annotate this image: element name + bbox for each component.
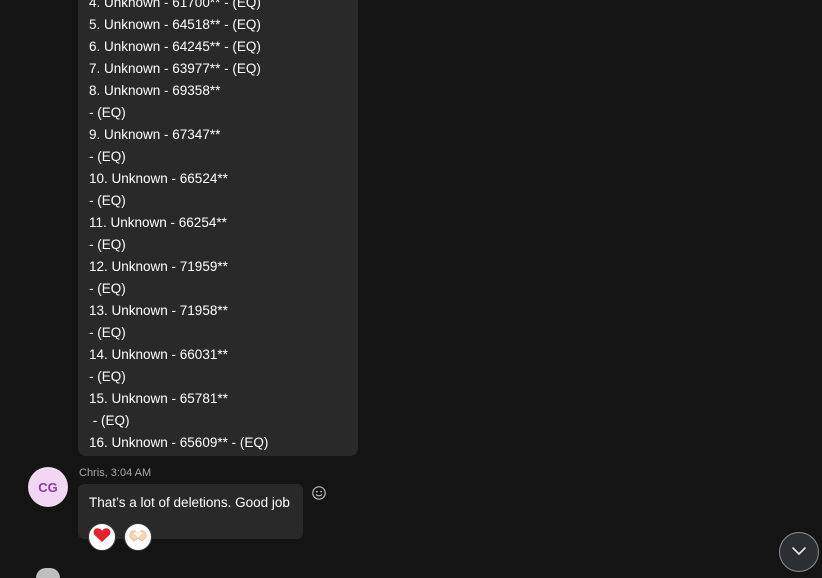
- message-line: - (EQ): [89, 325, 126, 340]
- message-line: 7. Unknown - 63977** - (EQ): [89, 61, 261, 76]
- smiley-icon[interactable]: [311, 485, 327, 501]
- message-bubble-list[interactable]: 4. Unknown - 61700** - (EQ) 5. Unknown -…: [78, 0, 358, 456]
- heart-hands-icon: [128, 527, 148, 548]
- scroll-to-bottom-button[interactable]: [779, 532, 819, 572]
- message-line: 11. Unknown - 66254**: [89, 215, 227, 230]
- message-line: - (EQ): [89, 193, 126, 208]
- message-line: 9. Unknown - 67347**: [89, 127, 221, 142]
- message-line: 5. Unknown - 64518** - (EQ): [89, 17, 261, 32]
- message-line: 12. Unknown - 71959**: [89, 259, 228, 274]
- next-message-avatar: [36, 568, 60, 578]
- message-line: - (EQ): [89, 369, 126, 384]
- message-line: 8. Unknown - 69358**: [89, 83, 221, 98]
- sender-timestamp: Chris, 3:04 AM: [79, 467, 152, 479]
- message-line: - (EQ): [89, 149, 126, 164]
- message-line: - (EQ): [89, 237, 126, 252]
- message-line: 13. Unknown - 71958**: [89, 303, 228, 318]
- avatar[interactable]: CG: [28, 467, 68, 507]
- message-line: 14. Unknown - 66031**: [89, 347, 228, 362]
- chevron-down-icon: [791, 543, 807, 561]
- message-text: That’s a lot of deletions. Good job: [89, 495, 290, 510]
- message-line: - (EQ): [89, 413, 130, 428]
- message-line: 16. Unknown - 65609** - (EQ): [89, 435, 269, 450]
- reaction-heart-hands[interactable]: [124, 523, 152, 551]
- heart-icon: [93, 527, 111, 548]
- message-line: 6. Unknown - 64245** - (EQ): [89, 39, 261, 54]
- message-line: 15. Unknown - 65781**: [89, 391, 228, 406]
- message-lines: 4. Unknown - 61700** - (EQ) 5. Unknown -…: [89, 0, 268, 454]
- message-line: - (EQ): [89, 281, 126, 296]
- message-line: 4. Unknown - 61700** - (EQ): [89, 0, 261, 10]
- message-line: - (EQ): [89, 105, 126, 120]
- message-line: 10. Unknown - 66524**: [89, 171, 228, 186]
- reaction-heart[interactable]: [88, 523, 116, 551]
